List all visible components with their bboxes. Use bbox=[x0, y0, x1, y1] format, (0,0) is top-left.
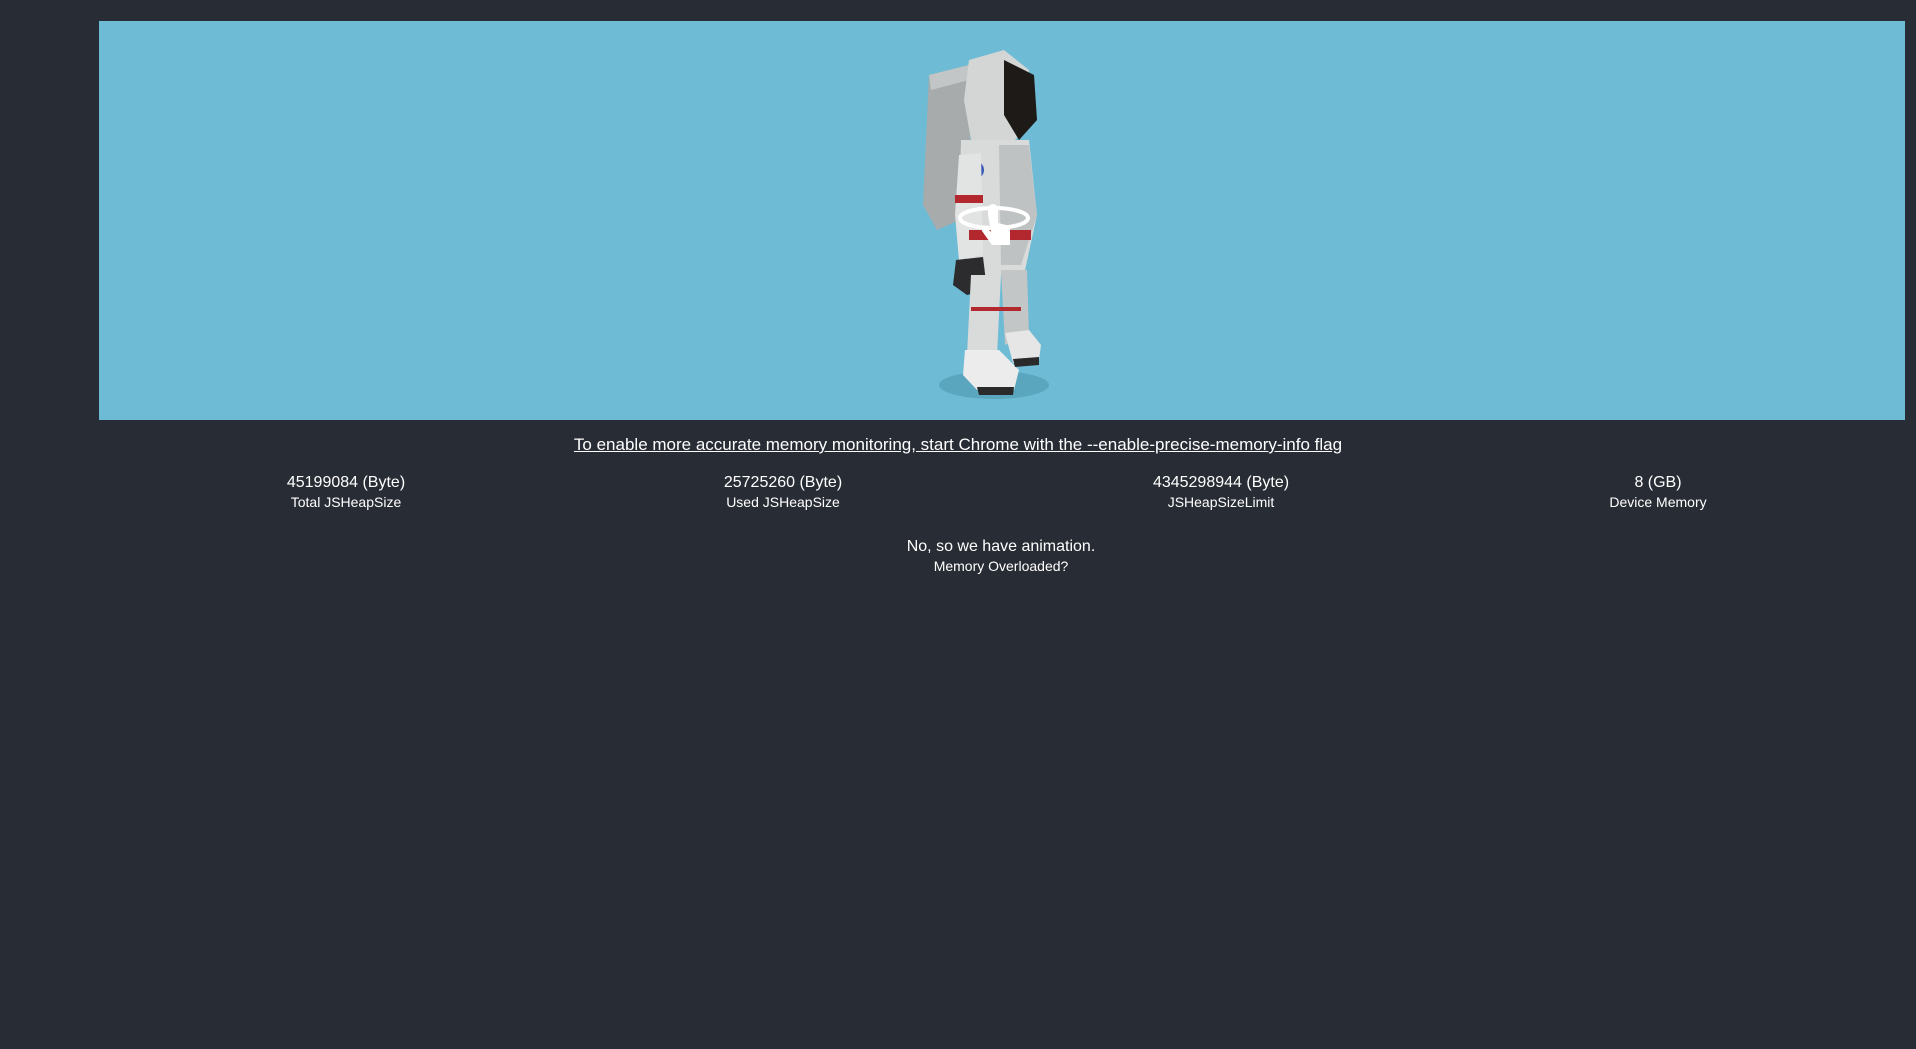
stat-heap-limit: 4345298944 (Byte) JSHeapSizeLimit bbox=[1071, 473, 1371, 511]
rotate-hand-icon bbox=[958, 204, 1030, 245]
stat-device-memory: 8 (GB) Device Memory bbox=[1508, 473, 1808, 511]
stat-value: 8 (GB) bbox=[1634, 474, 1682, 491]
stat-label: Total JSHeapSize bbox=[290, 494, 402, 510]
memory-stats: 45199084 (Byte) Total JSHeapSize 2572526… bbox=[0, 473, 1916, 513]
memory-notice: To enable more accurate memory monitorin… bbox=[0, 435, 1916, 455]
stat-label: Device Memory bbox=[1609, 494, 1707, 510]
stat-label: Used JSHeapSize bbox=[726, 494, 840, 510]
stat-value: 25725260 (Byte) bbox=[723, 474, 843, 491]
stat-total-heap: 45199084 (Byte) Total JSHeapSize bbox=[196, 473, 496, 511]
stat-label: JSHeapSizeLimit bbox=[1167, 494, 1275, 510]
animation-status: No, so we have animation. Memory Overloa… bbox=[0, 537, 1916, 575]
stat-value: 45199084 (Byte) bbox=[286, 474, 406, 491]
precise-memory-info-link[interactable]: To enable more accurate memory monitorin… bbox=[574, 435, 1342, 454]
model-viewer[interactable] bbox=[99, 21, 1905, 420]
page: To enable more accurate memory monitorin… bbox=[0, 0, 1916, 1049]
status-question: Memory Overloaded? bbox=[933, 558, 1069, 574]
status-message: No, so we have animation. bbox=[906, 538, 1096, 555]
stat-value: 4345298944 (Byte) bbox=[1152, 474, 1290, 491]
stat-used-heap: 25725260 (Byte) Used JSHeapSize bbox=[633, 473, 933, 511]
